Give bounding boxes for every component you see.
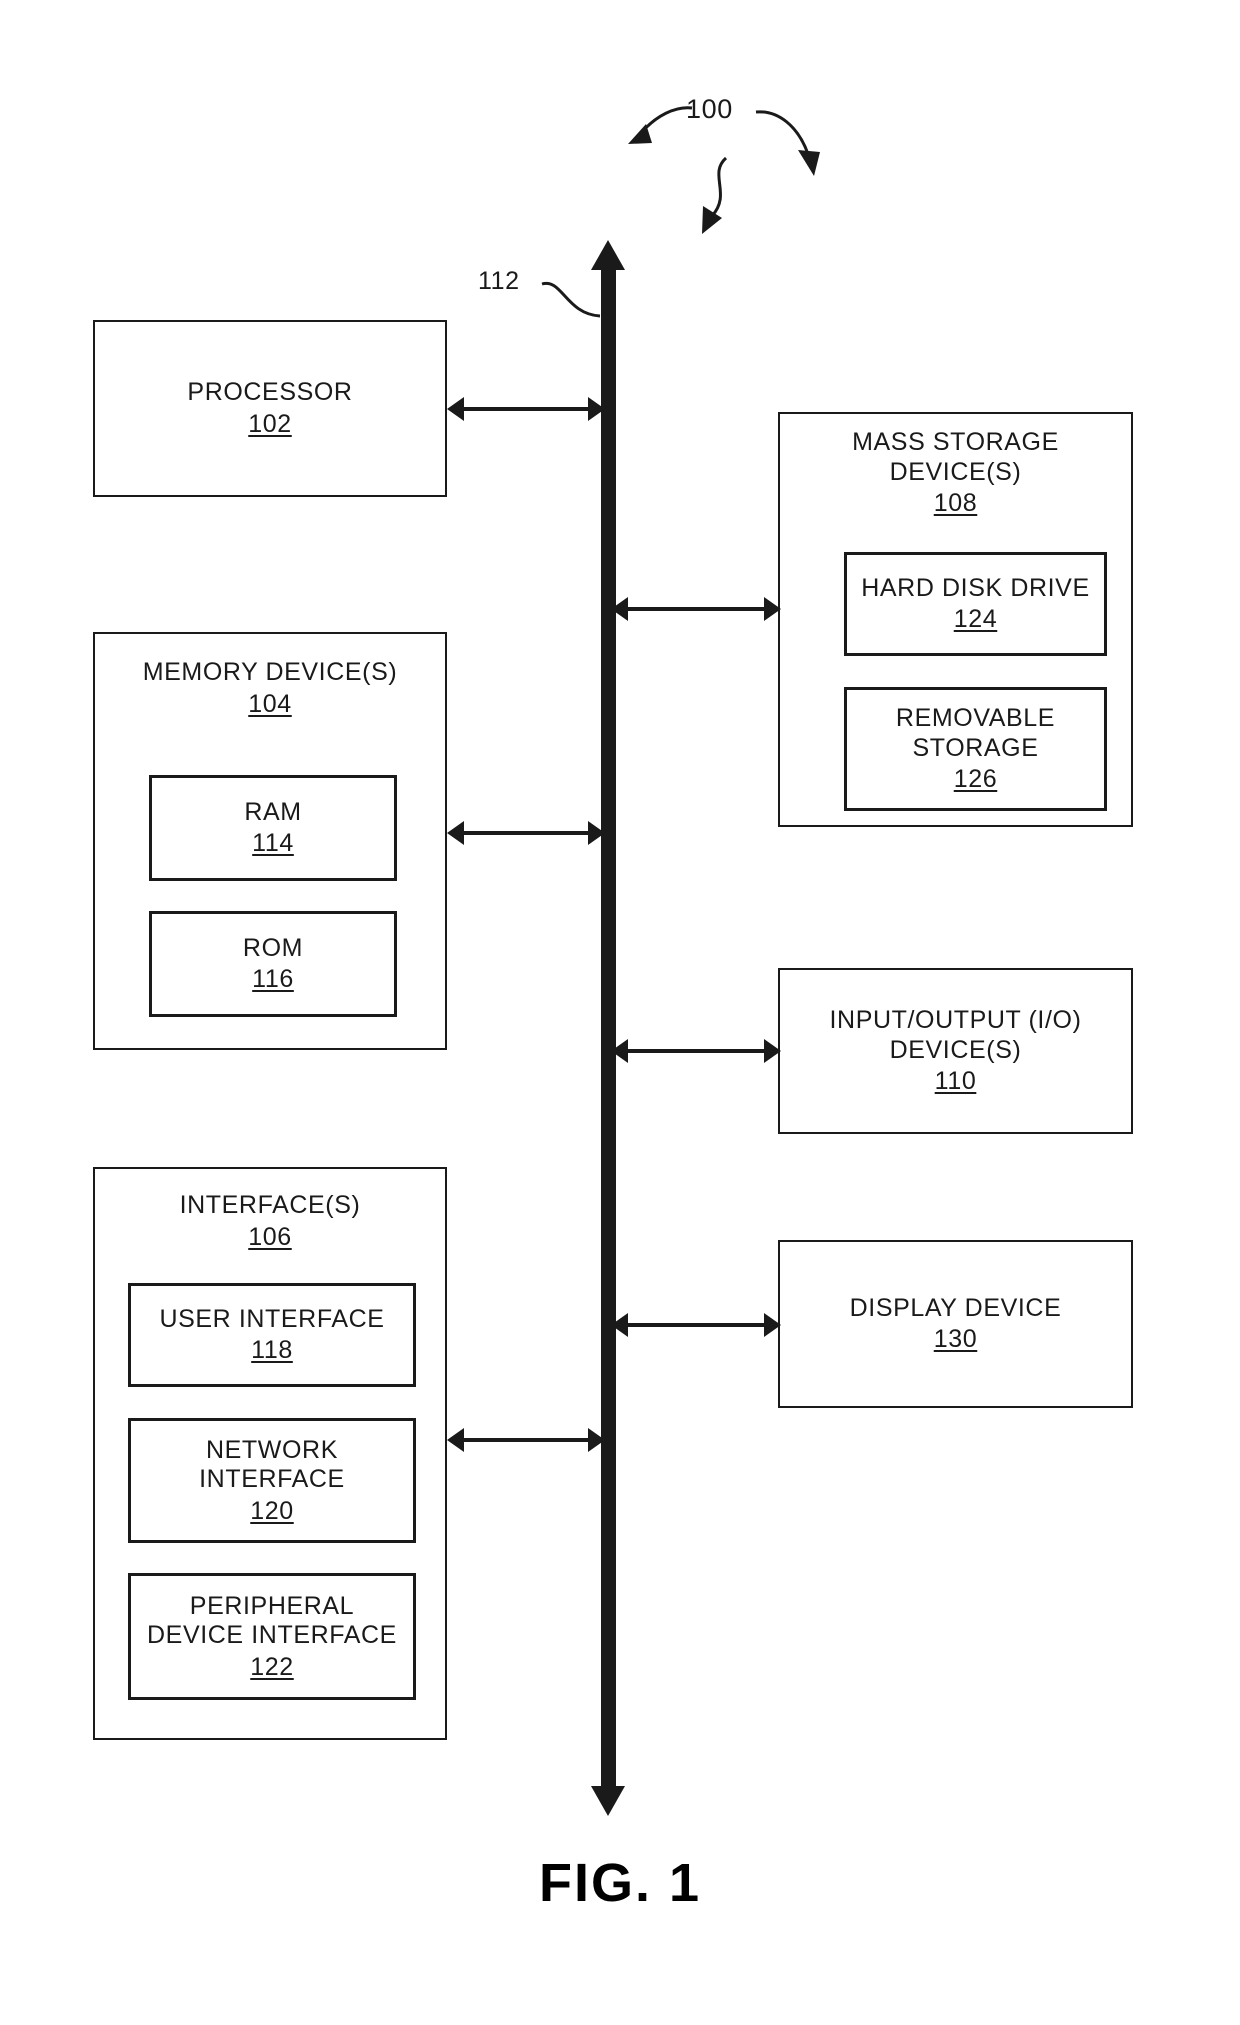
figure-caption: FIG. 1 — [538, 1853, 702, 1913]
block-ram-title: RAM — [244, 797, 302, 826]
arrowhead-right — [764, 1039, 781, 1063]
block-mass-storage-devices-title: MASS STORAGE DEVICE(S) — [852, 428, 1059, 486]
block-removable-storage-title: REMOVABLE STORAGE — [895, 704, 1056, 762]
bus-arrowhead-bottom — [591, 1786, 625, 1816]
block-hard-disk-drive: HARD DISK DRIVE 124 — [844, 552, 1107, 656]
block-hard-disk-drive-reference: 124 — [953, 605, 998, 634]
block-network-interface-title: NETWORK INTERFACE — [199, 1435, 345, 1494]
block-user-interface-reference: 118 — [251, 1336, 293, 1365]
arrowhead-right — [764, 1313, 781, 1337]
connector-shaft — [460, 1438, 592, 1442]
bus-arrowhead-top — [591, 240, 625, 270]
block-network-interface: NETWORK INTERFACE 120 — [128, 1418, 416, 1543]
connector-shaft — [624, 1323, 768, 1327]
block-display-device: DISPLAY DEVICE 130 — [778, 1240, 1133, 1408]
block-processor-title: PROCESSOR — [187, 378, 353, 407]
block-user-interface-title: USER INTERFACE — [159, 1304, 385, 1333]
connector-memory-to-bus — [447, 818, 605, 848]
block-rom: ROM 116 — [149, 911, 397, 1017]
block-io-devices: INPUT/OUTPUT (I/O) DEVICE(S) 110 — [778, 968, 1133, 1134]
block-memory-devices-title: MEMORY DEVICE(S) — [142, 658, 398, 686]
block-interfaces-reference: 106 — [248, 1222, 292, 1251]
block-peripheral-device-interface-reference: 122 — [250, 1652, 294, 1681]
block-rom-title: ROM — [242, 933, 304, 962]
block-memory-devices: MEMORY DEVICE(S) 104 RAM 114 ROM 116 — [93, 632, 447, 1050]
block-peripheral-device-interface-title: PERIPHERAL DEVICE INTERFACE — [147, 1591, 397, 1650]
system-reference-arrow-down — [702, 156, 728, 234]
system-bus — [601, 268, 616, 1786]
block-mass-storage-devices: MASS STORAGE DEVICE(S) 108 HARD DISK DRI… — [778, 412, 1133, 827]
connector-interfaces-to-bus — [447, 1425, 605, 1455]
block-interfaces-title: INTERFACE(S) — [179, 1191, 361, 1219]
block-processor: PROCESSOR 102 — [93, 320, 447, 497]
block-removable-storage: REMOVABLE STORAGE 126 — [844, 687, 1107, 811]
arrowhead-right — [764, 597, 781, 621]
connector-bus-to-mass-storage — [611, 594, 781, 624]
connector-shaft — [460, 407, 592, 411]
block-display-device-title: DISPLAY DEVICE — [849, 1293, 1062, 1322]
block-user-interface: USER INTERFACE 118 — [128, 1283, 416, 1387]
connector-shaft — [460, 831, 592, 835]
block-ram: RAM 114 — [149, 775, 397, 881]
block-processor-reference: 102 — [248, 409, 292, 438]
block-rom-reference: 116 — [252, 965, 294, 994]
arrowhead-right — [588, 1428, 605, 1452]
connector-processor-to-bus — [447, 394, 605, 424]
block-interfaces: INTERFACE(S) 106 USER INTERFACE 118 NETW… — [93, 1167, 447, 1740]
block-network-interface-reference: 120 — [250, 1496, 294, 1525]
arrowhead-right — [588, 821, 605, 845]
block-display-device-reference: 130 — [933, 1325, 978, 1354]
block-removable-storage-reference: 126 — [953, 765, 998, 793]
connector-bus-to-display-device — [611, 1310, 781, 1340]
block-hard-disk-drive-title: HARD DISK DRIVE — [861, 573, 1090, 602]
block-io-devices-title: INPUT/OUTPUT (I/O) DEVICE(S) — [829, 1006, 1082, 1064]
patent-figure: 100 112 PROCESSOR 102 MEMORY DEVICE(S) 1… — [0, 0, 1240, 2025]
bus-reference-label: 112 — [478, 267, 520, 295]
block-ram-reference: 114 — [252, 829, 294, 858]
bus-reference-leader-line — [541, 281, 601, 318]
connector-shaft — [624, 1049, 768, 1053]
block-io-devices-reference: 110 — [934, 1067, 977, 1095]
block-peripheral-device-interface: PERIPHERAL DEVICE INTERFACE 122 — [128, 1573, 416, 1700]
arrowhead-right — [588, 397, 605, 421]
connector-shaft — [624, 607, 768, 611]
block-memory-devices-reference: 104 — [248, 689, 292, 718]
block-mass-storage-devices-reference: 108 — [933, 489, 978, 517]
connector-bus-to-io-devices — [611, 1036, 781, 1066]
